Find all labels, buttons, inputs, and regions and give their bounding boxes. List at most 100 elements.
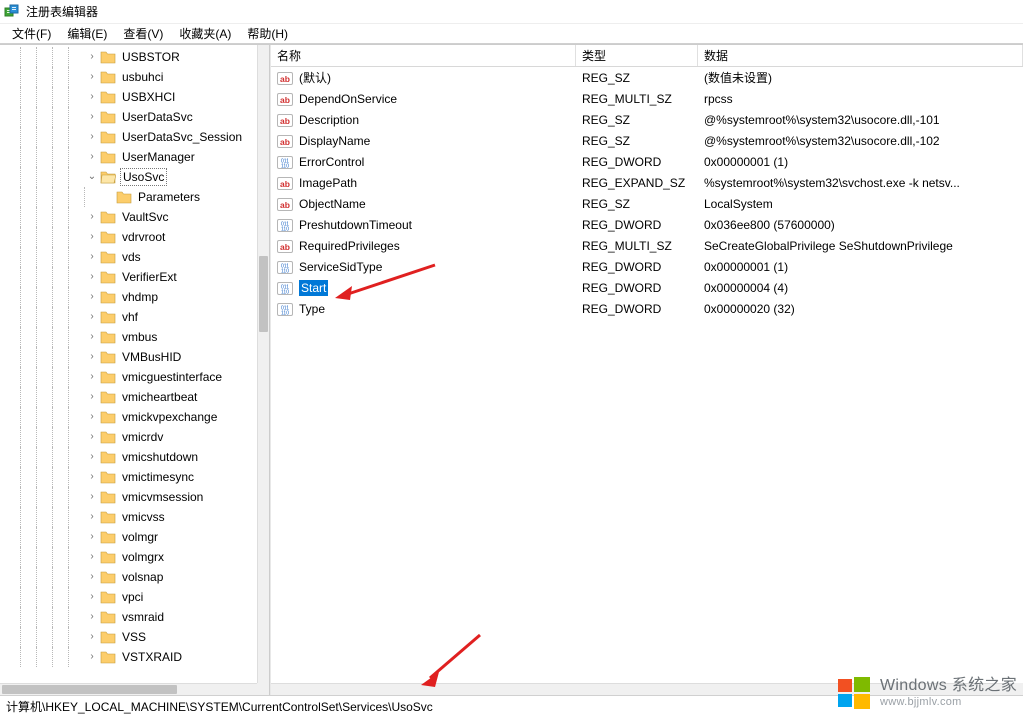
chevron-right-icon[interactable]: › bbox=[84, 292, 100, 302]
tree-item[interactable]: › volsnap bbox=[0, 567, 257, 587]
chevron-right-icon[interactable]: › bbox=[84, 132, 100, 142]
menu-view[interactable]: 查看(V) bbox=[115, 24, 171, 43]
tree-item-label: volsnap bbox=[120, 569, 165, 585]
tree-item[interactable]: ›vmicvss bbox=[0, 507, 257, 527]
menu-favorites[interactable]: 收藏夹(A) bbox=[171, 24, 239, 43]
list-row[interactable]: ImagePathREG_EXPAND_SZ%systemroot%\syste… bbox=[271, 172, 1023, 193]
list-row[interactable]: ErrorControlREG_DWORD0x00000001 (1) bbox=[271, 151, 1023, 172]
tree-item-label: UsoSvc bbox=[120, 168, 167, 186]
chevron-right-icon[interactable]: › bbox=[84, 212, 100, 222]
tree-horizontal-scrollbar[interactable] bbox=[0, 683, 257, 695]
chevron-right-icon[interactable]: › bbox=[84, 352, 100, 362]
list-row[interactable]: (默认)REG_SZ(数值未设置) bbox=[271, 67, 1023, 88]
tree-item[interactable]: ›vmicshutdown bbox=[0, 447, 257, 467]
tree-item[interactable]: ›VSTXRAID bbox=[0, 647, 257, 667]
chevron-right-icon[interactable]: › bbox=[84, 392, 100, 402]
tree-item[interactable]: ›USBSTOR bbox=[0, 47, 257, 67]
list-row[interactable]: ServiceSidTypeREG_DWORD0x00000001 (1) bbox=[271, 256, 1023, 277]
list-row[interactable]: DisplayNameREG_SZ@%systemroot%\system32\… bbox=[271, 130, 1023, 151]
list-row[interactable]: DescriptionREG_SZ@%systemroot%\system32\… bbox=[271, 109, 1023, 130]
tree-item-label: vmbus bbox=[120, 329, 159, 345]
tree-item[interactable]: ›vdrvroot bbox=[0, 227, 257, 247]
value-data: 0x00000020 (32) bbox=[698, 302, 1023, 316]
tree-item[interactable]: ›vmickvpexchange bbox=[0, 407, 257, 427]
tree-item[interactable]: ›UserDataSvc_Session bbox=[0, 127, 257, 147]
tree-item[interactable]: ›usbuhci bbox=[0, 67, 257, 87]
chevron-right-icon[interactable]: › bbox=[84, 452, 100, 462]
chevron-right-icon[interactable]: › bbox=[84, 592, 100, 602]
tree-item[interactable]: ›vmicrdv bbox=[0, 427, 257, 447]
tree-item[interactable]: ›vmicheartbeat bbox=[0, 387, 257, 407]
column-header-type[interactable]: 类型 bbox=[576, 45, 698, 66]
list-view[interactable]: (默认)REG_SZ(数值未设置)DependOnServiceREG_MULT… bbox=[271, 67, 1023, 683]
column-header-name[interactable]: 名称 bbox=[271, 45, 576, 66]
tree-item[interactable]: ›UserManager bbox=[0, 147, 257, 167]
list-row[interactable]: ObjectNameREG_SZLocalSystem bbox=[271, 193, 1023, 214]
column-header-data[interactable]: 数据 bbox=[698, 45, 1023, 66]
chevron-right-icon[interactable]: › bbox=[84, 232, 100, 242]
chevron-right-icon[interactable]: › bbox=[84, 332, 100, 342]
scrollbar-thumb[interactable] bbox=[259, 256, 268, 333]
chevron-right-icon[interactable]: › bbox=[84, 512, 100, 522]
chevron-right-icon[interactable]: › bbox=[84, 472, 100, 482]
list-row[interactable]: DependOnServiceREG_MULTI_SZrpcss bbox=[271, 88, 1023, 109]
chevron-down-icon[interactable]: ⌄ bbox=[84, 172, 100, 182]
tree-item[interactable]: ›vds bbox=[0, 247, 257, 267]
tree-item[interactable]: › VaultSvc bbox=[0, 207, 257, 227]
string-value-icon bbox=[277, 112, 293, 128]
chevron-right-icon[interactable]: › bbox=[84, 572, 100, 582]
chevron-right-icon[interactable]: › bbox=[84, 412, 100, 422]
tree-item[interactable]: ›VMBusHID bbox=[0, 347, 257, 367]
chevron-right-icon[interactable]: › bbox=[84, 652, 100, 662]
tree-item-label: VaultSvc bbox=[120, 209, 170, 225]
tree-item[interactable]: ›VSS bbox=[0, 627, 257, 647]
menu-file[interactable]: 文件(F) bbox=[4, 24, 59, 43]
chevron-right-icon[interactable]: › bbox=[84, 52, 100, 62]
tree-item[interactable]: ⌄ UsoSvc bbox=[0, 167, 257, 187]
list-row[interactable]: PreshutdownTimeoutREG_DWORD0x036ee800 (5… bbox=[271, 214, 1023, 235]
list-row[interactable]: RequiredPrivilegesREG_MULTI_SZSeCreateGl… bbox=[271, 235, 1023, 256]
chevron-right-icon[interactable]: › bbox=[84, 252, 100, 262]
chevron-right-icon[interactable]: › bbox=[84, 272, 100, 282]
chevron-right-icon[interactable]: › bbox=[84, 432, 100, 442]
chevron-right-icon[interactable]: › bbox=[84, 532, 100, 542]
tree-view[interactable]: ›USBSTOR›usbuhci›USBXHCI›UserDataSvc›Use… bbox=[0, 45, 257, 683]
chevron-right-icon[interactable]: › bbox=[84, 312, 100, 322]
tree-item-label: vmicvmsession bbox=[120, 489, 205, 505]
watermark-line2: www.bjjmlv.com bbox=[880, 696, 1017, 709]
chevron-right-icon[interactable]: › bbox=[84, 372, 100, 382]
chevron-right-icon[interactable]: › bbox=[84, 492, 100, 502]
menu-help[interactable]: 帮助(H) bbox=[239, 24, 296, 43]
value-type: REG_SZ bbox=[576, 197, 698, 211]
tree-item[interactable]: Parameters bbox=[0, 187, 257, 207]
scrollbar-thumb[interactable] bbox=[2, 685, 177, 694]
tree-vertical-scrollbar[interactable] bbox=[257, 45, 269, 683]
tree-item[interactable]: ›vpci bbox=[0, 587, 257, 607]
chevron-right-icon[interactable]: › bbox=[84, 632, 100, 642]
tree-item[interactable]: ›UserDataSvc bbox=[0, 107, 257, 127]
tree-item[interactable]: ›vmictimesync bbox=[0, 467, 257, 487]
tree-item[interactable]: › vhf bbox=[0, 307, 257, 327]
tree-item[interactable]: ›VerifierExt bbox=[0, 267, 257, 287]
tree-item[interactable]: ›volmgr bbox=[0, 527, 257, 547]
menu-edit[interactable]: 编辑(E) bbox=[59, 24, 115, 43]
tree-item[interactable]: ›vmicguestinterface bbox=[0, 367, 257, 387]
tree-item[interactable]: ›USBXHCI bbox=[0, 87, 257, 107]
folder-icon bbox=[100, 589, 116, 605]
tree-item[interactable]: ›volmgrx bbox=[0, 547, 257, 567]
tree-item[interactable]: ›vhdmp bbox=[0, 287, 257, 307]
chevron-right-icon[interactable]: › bbox=[84, 552, 100, 562]
tree-item[interactable]: › vmbus bbox=[0, 327, 257, 347]
chevron-right-icon[interactable]: › bbox=[84, 152, 100, 162]
list-row[interactable]: TypeREG_DWORD0x00000020 (32) bbox=[271, 298, 1023, 319]
tree-item[interactable]: ›vsmraid bbox=[0, 607, 257, 627]
chevron-right-icon[interactable]: › bbox=[84, 112, 100, 122]
value-type: REG_SZ bbox=[576, 113, 698, 127]
chevron-right-icon[interactable]: › bbox=[84, 612, 100, 622]
tree-item[interactable]: › vmicvmsession bbox=[0, 487, 257, 507]
chevron-right-icon[interactable]: › bbox=[84, 72, 100, 82]
tree-item-label: vhf bbox=[120, 309, 140, 325]
list-row[interactable]: StartREG_DWORD0x00000004 (4) bbox=[271, 277, 1023, 298]
value-name: Type bbox=[299, 302, 325, 316]
chevron-right-icon[interactable]: › bbox=[84, 92, 100, 102]
